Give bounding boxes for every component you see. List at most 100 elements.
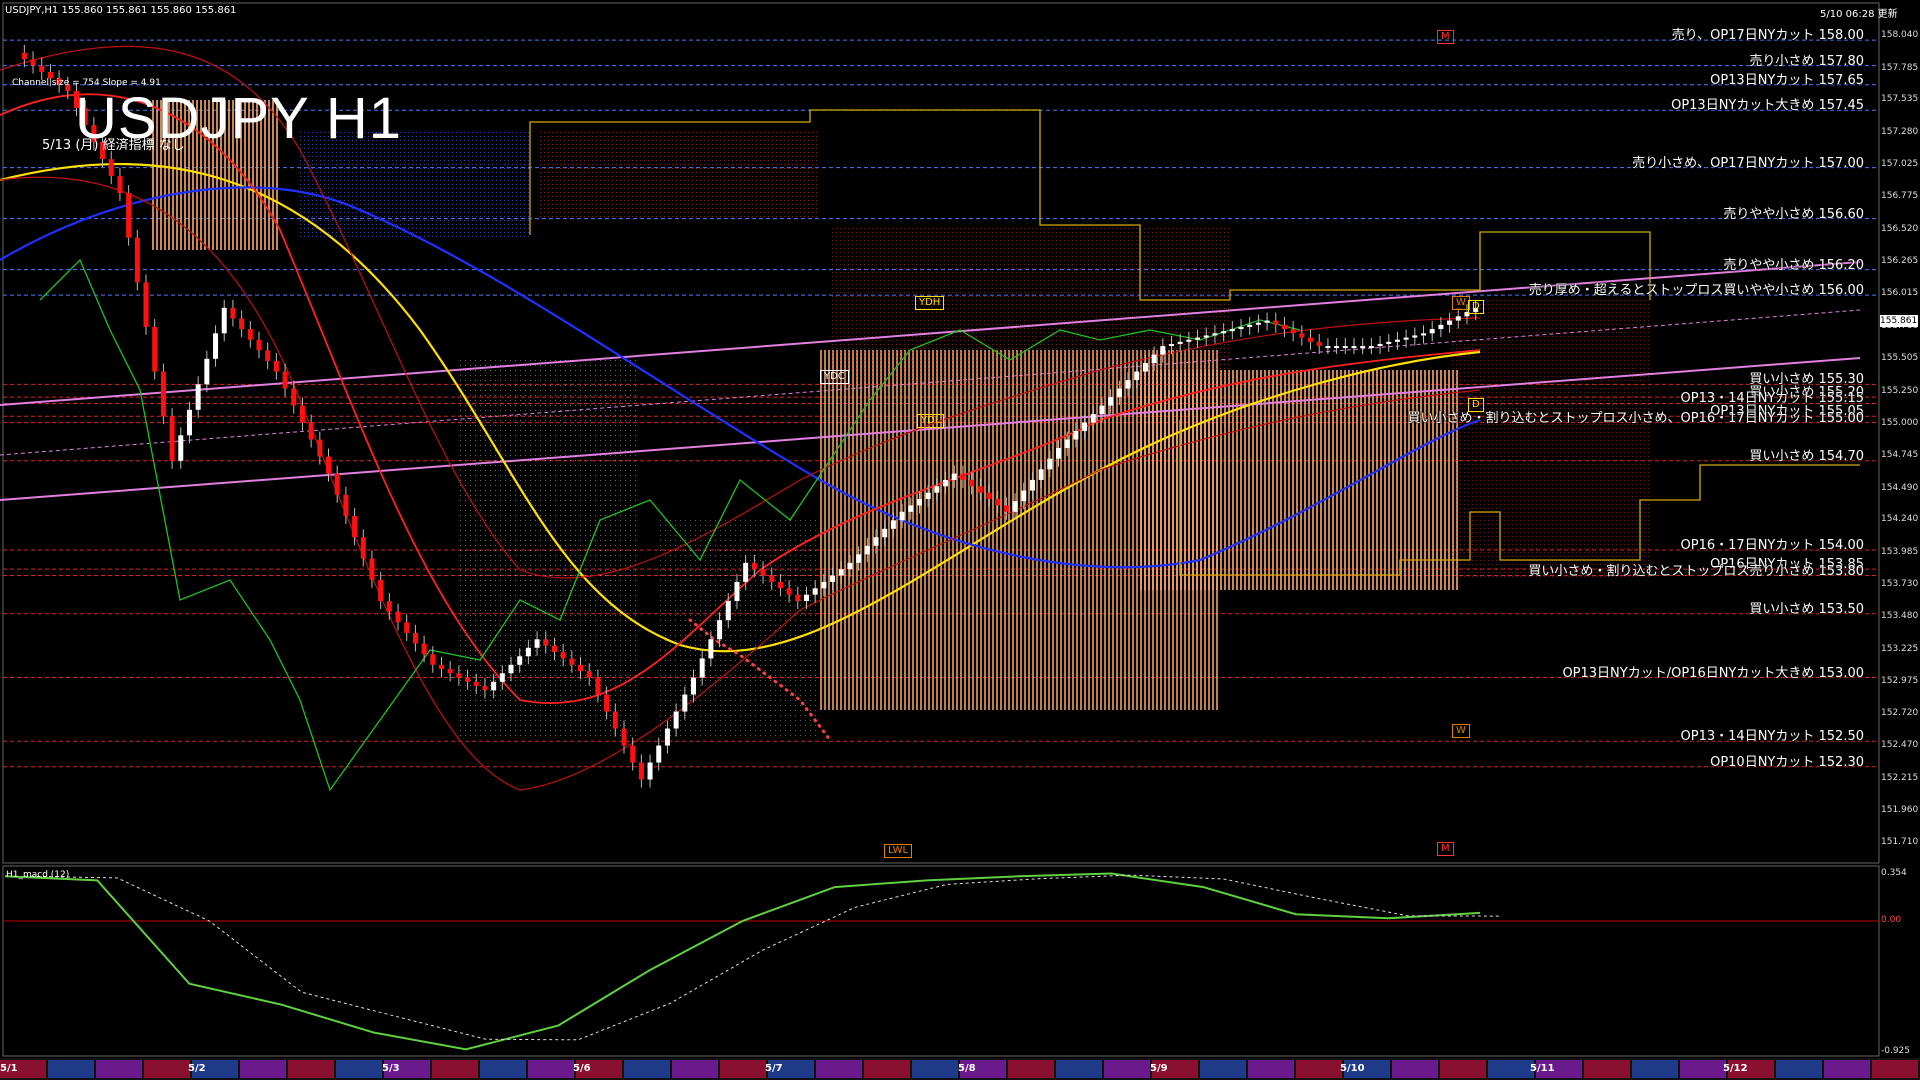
candle-body — [951, 473, 957, 480]
candle-body — [769, 575, 775, 582]
price-tick: 153.480 — [1881, 611, 1919, 622]
candle-body — [438, 664, 444, 670]
date-tick: 5/2 — [188, 1063, 206, 1074]
candle-body — [1325, 346, 1331, 349]
session-block — [1200, 1060, 1246, 1078]
tag-ydc: YDC — [820, 370, 849, 384]
candle-body — [934, 486, 940, 493]
candle-body — [1351, 346, 1357, 349]
price-tick: 153.985 — [1881, 546, 1919, 557]
candle-body — [1073, 431, 1079, 440]
candle-body — [1238, 326, 1244, 330]
session-block — [720, 1060, 766, 1078]
candle-body — [1281, 324, 1287, 330]
candle-body — [864, 545, 870, 555]
candle-body — [1421, 333, 1427, 336]
candle-body — [195, 384, 201, 410]
price-tick: 151.710 — [1881, 837, 1919, 847]
macd-lines — [4, 872, 1501, 1051]
macd-axis-zero: 0.00 — [1881, 915, 1902, 925]
price-tick: 152.215 — [1881, 772, 1919, 783]
session-block — [1440, 1060, 1486, 1078]
level-label: 売り、OP17日NYカット 158.00 — [1671, 28, 1864, 44]
macd-signal-line — [24, 874, 1501, 1041]
session-block — [1584, 1060, 1630, 1078]
candle-body — [1412, 335, 1418, 338]
candle-body — [1273, 320, 1279, 325]
price-tick: 155.000 — [1881, 417, 1919, 428]
candle-body — [1368, 346, 1374, 349]
price-tick: 152.975 — [1881, 675, 1919, 686]
candle-body — [352, 516, 358, 538]
session-block — [144, 1060, 190, 1078]
candle-body — [1108, 397, 1114, 406]
candle-body — [534, 639, 540, 648]
candle-body — [882, 528, 888, 538]
candle-body — [682, 694, 688, 712]
cloud-region — [830, 225, 1230, 385]
candle-body — [943, 479, 949, 487]
price-tick: 152.470 — [1881, 740, 1919, 751]
date-tick: 5/12 — [1723, 1063, 1748, 1074]
macd-label: H1_macd (12) — [6, 870, 70, 880]
candle-body — [430, 654, 436, 665]
candle-body — [1056, 448, 1062, 459]
price-tick: 152.720 — [1881, 708, 1919, 719]
candle-body — [1342, 346, 1348, 349]
candle-body — [1203, 335, 1209, 338]
candle-body — [1377, 343, 1383, 347]
level-label: 売りやや小さめ 156.60 — [1723, 206, 1864, 222]
candle-body — [1160, 346, 1166, 355]
level-label: 買い小さめ 153.50 — [1749, 601, 1864, 617]
session-block — [336, 1060, 382, 1078]
candle-body — [239, 318, 245, 330]
candle-body — [725, 601, 731, 621]
candle-body — [1455, 316, 1461, 321]
candle-body — [1247, 324, 1253, 327]
candle-body — [925, 492, 931, 500]
candle-body — [482, 686, 488, 691]
level-label: OP13日NYカット大きめ 157.45 — [1671, 98, 1864, 114]
level-label: OP16・17日NYカット 154.00 — [1680, 538, 1864, 554]
date-tick: 5/1 — [0, 1063, 18, 1074]
candle-body — [1047, 458, 1053, 470]
candle-body — [1021, 490, 1027, 502]
candle-body — [308, 422, 314, 440]
candle-body — [995, 499, 1001, 506]
candle-body — [265, 350, 271, 361]
price-tick: 157.785 — [1881, 62, 1919, 73]
candle-body — [890, 520, 896, 529]
candle-body — [1334, 346, 1340, 349]
price-tick: 156.265 — [1881, 256, 1919, 267]
candle-body — [126, 193, 132, 238]
tag-d-bottom: D — [1468, 398, 1484, 412]
candle-body — [230, 307, 236, 319]
candle-body — [186, 409, 192, 436]
candle-body — [1299, 333, 1305, 338]
candle-body — [525, 647, 531, 657]
candle-body — [1186, 339, 1192, 342]
candle-body — [517, 656, 523, 665]
session-block — [1056, 1060, 1102, 1078]
candle-body — [743, 562, 749, 582]
cloud-region — [460, 360, 640, 740]
price-tick: 158.040 — [1881, 30, 1919, 40]
session-block — [1680, 1060, 1726, 1078]
candle-body — [786, 588, 792, 595]
candle-body — [1082, 422, 1088, 432]
tag-d-top: D — [1468, 300, 1484, 314]
level-label: 買い小さめ 154.70 — [1749, 448, 1864, 464]
tag-ydh: YDH — [915, 296, 945, 310]
candle-body — [1394, 339, 1400, 342]
session-block — [1632, 1060, 1678, 1078]
candle-body — [830, 575, 836, 582]
price-tick: 156.520 — [1881, 223, 1919, 234]
level-label: 売りやや小さめ 156.20 — [1723, 257, 1864, 273]
candle-body — [803, 594, 809, 602]
candle-body — [473, 681, 479, 687]
date-tick: 5/8 — [958, 1063, 976, 1074]
candle-body — [838, 569, 844, 576]
candle-body — [1116, 388, 1122, 398]
candle-body — [560, 652, 566, 659]
tag-m-bottom: M — [1437, 842, 1454, 856]
